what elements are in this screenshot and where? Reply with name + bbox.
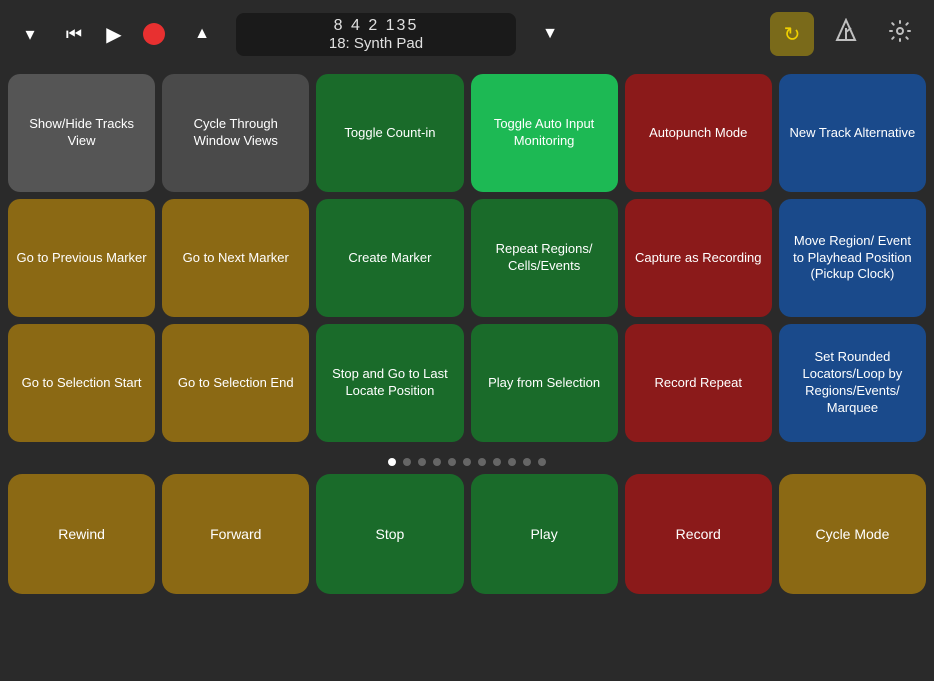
dropdown-arrow-btn[interactable]: ▾ — [12, 16, 48, 52]
grid-cell-r0-c4[interactable]: Autopunch Mode — [625, 74, 772, 192]
pagination-dot-3[interactable] — [433, 458, 441, 466]
record-btn[interactable] — [136, 16, 172, 52]
grid-cell-r1-c0[interactable]: Go to Previous Marker — [8, 199, 155, 317]
grid-cell-r0-c5[interactable]: New Track Alternative — [779, 74, 926, 192]
pagination-dot-10[interactable] — [538, 458, 546, 466]
pagination-dot-0[interactable] — [388, 458, 396, 466]
bottom-cell-1[interactable]: Forward — [162, 474, 309, 594]
bottom-bar: RewindForwardStopPlayRecordCycle Mode — [0, 474, 934, 602]
play-btn[interactable]: ▶ — [96, 16, 132, 52]
metronome-icon — [833, 18, 859, 50]
grid-cell-r1-c4[interactable]: Capture as Recording — [625, 199, 772, 317]
transport-arrows: ⏮ ▶ — [56, 16, 172, 52]
rewind-to-start-btn[interactable]: ⏮ — [56, 16, 92, 52]
cycle-icon: ↻ — [784, 22, 801, 47]
grid-cell-r1-c2[interactable]: Create Marker — [316, 199, 463, 317]
bottom-cell-5[interactable]: Cycle Mode — [779, 474, 926, 594]
pagination-dot-1[interactable] — [403, 458, 411, 466]
pagination-dot-9[interactable] — [523, 458, 531, 466]
metronome-btn[interactable] — [824, 12, 868, 56]
grid-cell-r0-c2[interactable]: Toggle Count-in — [316, 74, 463, 192]
transport-time: 8 4 2 135 — [334, 17, 419, 35]
button-grid: Show/Hide Tracks ViewCycle Through Windo… — [8, 74, 926, 442]
grid-cell-r2-c3[interactable]: Play from Selection — [471, 324, 618, 442]
pagination-dot-7[interactable] — [493, 458, 501, 466]
cycle-btn[interactable]: ↻ — [770, 12, 814, 56]
up-arrow-btn[interactable]: ▲ — [184, 16, 220, 52]
transport-display: 8 4 2 135 18: Synth Pad — [236, 13, 516, 56]
pagination-dot-6[interactable] — [478, 458, 486, 466]
top-bar-right: ↻ — [770, 12, 922, 56]
grid-cell-r1-c3[interactable]: Repeat Regions/ Cells/Events — [471, 199, 618, 317]
bottom-cell-4[interactable]: Record — [625, 474, 772, 594]
top-bar: ▾ ⏮ ▶ ▲ 8 4 2 135 18: Synth Pad ▼ ↻ — [0, 0, 934, 68]
grid-cell-r1-c5[interactable]: Move Region/ Event to Playhead Position … — [779, 199, 926, 317]
grid-cell-r2-c2[interactable]: Stop and Go to Last Locate Position — [316, 324, 463, 442]
pagination-dot-4[interactable] — [448, 458, 456, 466]
down-arrow-btn[interactable]: ▼ — [532, 16, 568, 52]
bottom-cell-2[interactable]: Stop — [316, 474, 463, 594]
grid-cell-r1-c1[interactable]: Go to Next Marker — [162, 199, 309, 317]
transport-name: 18: Synth Pad — [329, 35, 423, 52]
grid-cell-r0-c0[interactable]: Show/Hide Tracks View — [8, 74, 155, 192]
grid-cell-r0-c1[interactable]: Cycle Through Window Views — [162, 74, 309, 192]
pagination-dot-2[interactable] — [418, 458, 426, 466]
grid-cell-r2-c5[interactable]: Set Rounded Locators/Loop by Regions/Eve… — [779, 324, 926, 442]
grid-cell-r2-c4[interactable]: Record Repeat — [625, 324, 772, 442]
pagination-dot-8[interactable] — [508, 458, 516, 466]
grid-cell-r2-c1[interactable]: Go to Selection End — [162, 324, 309, 442]
bottom-cell-0[interactable]: Rewind — [8, 474, 155, 594]
grid-cell-r2-c0[interactable]: Go to Selection Start — [8, 324, 155, 442]
pagination-dot-5[interactable] — [463, 458, 471, 466]
settings-btn[interactable] — [878, 12, 922, 56]
bottom-cell-3[interactable]: Play — [471, 474, 618, 594]
pagination — [0, 450, 934, 474]
grid-section: Show/Hide Tracks ViewCycle Through Windo… — [0, 68, 934, 450]
settings-icon — [888, 19, 912, 49]
record-icon — [143, 23, 165, 45]
grid-cell-r0-c3[interactable]: Toggle Auto Input Monitoring — [471, 74, 618, 192]
